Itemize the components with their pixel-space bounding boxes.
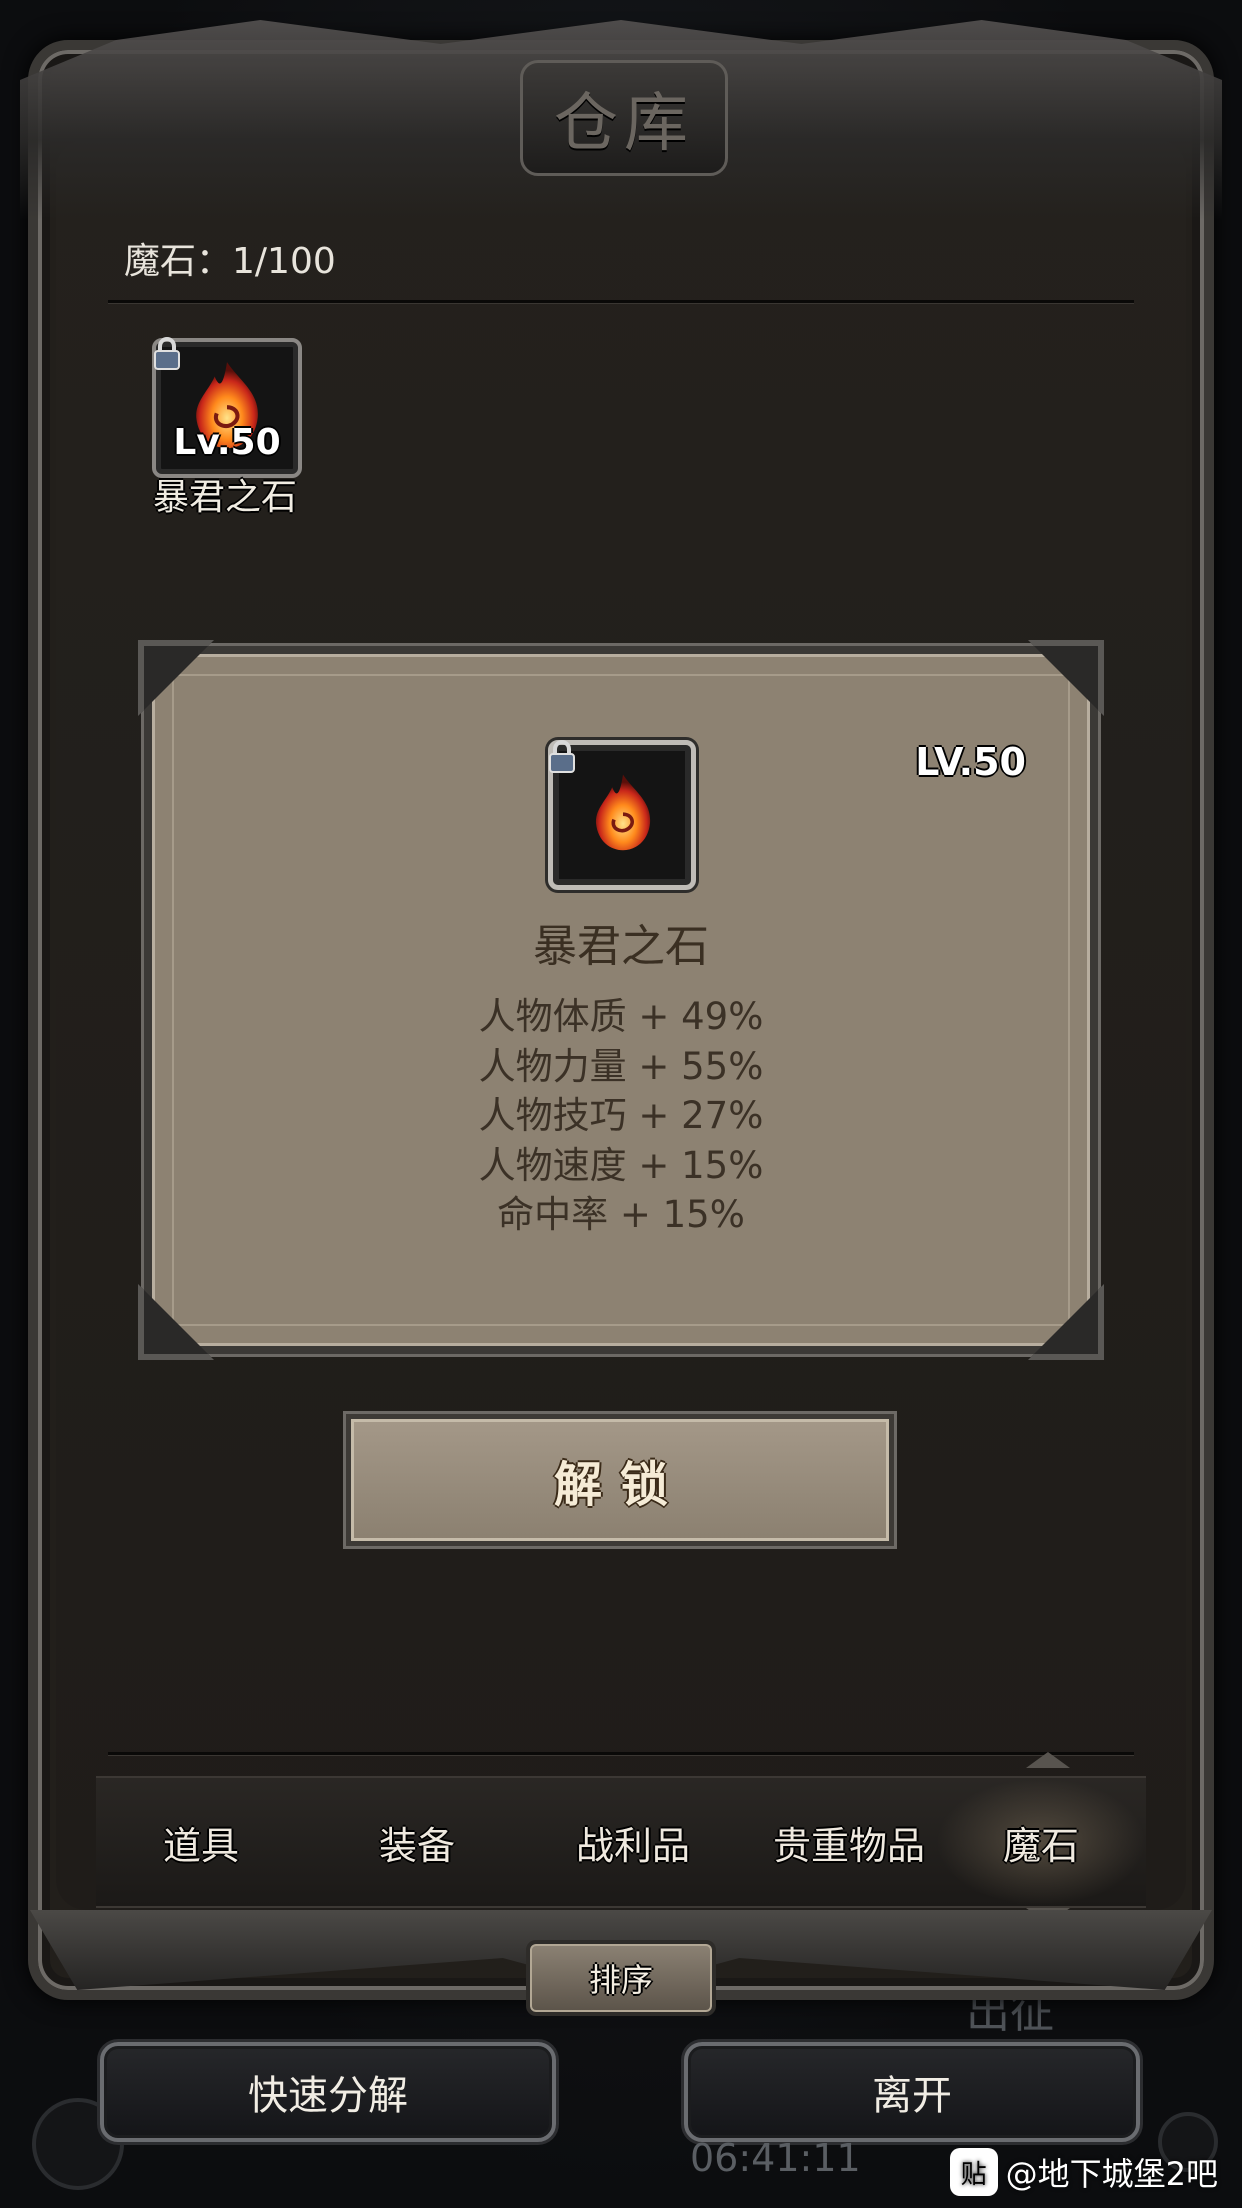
watermark-text: @地下城堡2吧 — [1005, 2155, 1218, 2193]
card-corner — [138, 640, 214, 716]
title-plate: 仓库 — [520, 60, 728, 176]
page-title: 仓库 — [554, 87, 694, 161]
lock-icon — [152, 336, 182, 372]
scroll-up-icon[interactable] — [1026, 1752, 1070, 1768]
unlock-button[interactable]: 解锁 — [346, 1414, 894, 1546]
stat-line: 人物体质 + 49% — [478, 995, 764, 1038]
timer-text: 06:41:11 — [690, 2136, 861, 2180]
tieba-logo-icon: 贴 — [949, 2148, 998, 2196]
divider — [108, 300, 1134, 303]
detail-item-icon-frame — [548, 740, 696, 890]
tab-loot[interactable]: 战利品 — [528, 1778, 738, 1906]
tab-items[interactable]: 道具 — [96, 1778, 306, 1906]
inventory-item-slot[interactable]: Lv.50 — [152, 336, 302, 478]
unlock-button-label: 解锁 — [553, 1457, 686, 1513]
item-name: 暴君之石 — [152, 477, 297, 518]
detail-item-name: 暴君之石 — [533, 921, 709, 972]
watermark: 贴 @地下城堡2吧 — [949, 2144, 1218, 2200]
card-corner — [138, 1284, 214, 1360]
inventory-count: 魔石：1/100 — [124, 241, 336, 282]
tab-equipment[interactable]: 装备 — [312, 1778, 522, 1906]
item-detail-card: LV.50 暴君之石 人物体质 + 49% 人物力量 + 55% 人物技巧 + … — [138, 640, 1104, 1360]
category-tabs: 道具 装备 战利品 贵重物品 魔石 — [96, 1776, 1146, 1908]
fire-stone-icon — [587, 771, 659, 863]
divider — [108, 1752, 1134, 1755]
tab-magic-stones[interactable]: 魔石 — [936, 1778, 1146, 1906]
card-corner — [1028, 1284, 1104, 1360]
stat-line: 人物速度 + 15% — [478, 1143, 764, 1187]
sort-button[interactable]: 排序 — [526, 1940, 716, 2016]
item-level: Lv.50 — [173, 422, 281, 463]
tab-valuables[interactable]: 贵重物品 — [744, 1778, 954, 1906]
card-corner — [1028, 640, 1104, 716]
lock-icon — [547, 739, 577, 775]
quick-disassemble-button[interactable]: 快速分解 — [100, 2042, 556, 2142]
stat-line: 命中率 + 15% — [497, 1193, 745, 1236]
stat-line: 人物力量 + 55% — [478, 1044, 764, 1088]
stat-list: 人物体质 + 49% 人物力量 + 55% 人物技巧 + 27% 人物速度 + … — [152, 992, 1090, 1240]
leave-button[interactable]: 离开 — [684, 2042, 1140, 2142]
stat-line: 人物技巧 + 27% — [478, 1094, 764, 1137]
detail-level: LV.50 — [915, 740, 1026, 784]
